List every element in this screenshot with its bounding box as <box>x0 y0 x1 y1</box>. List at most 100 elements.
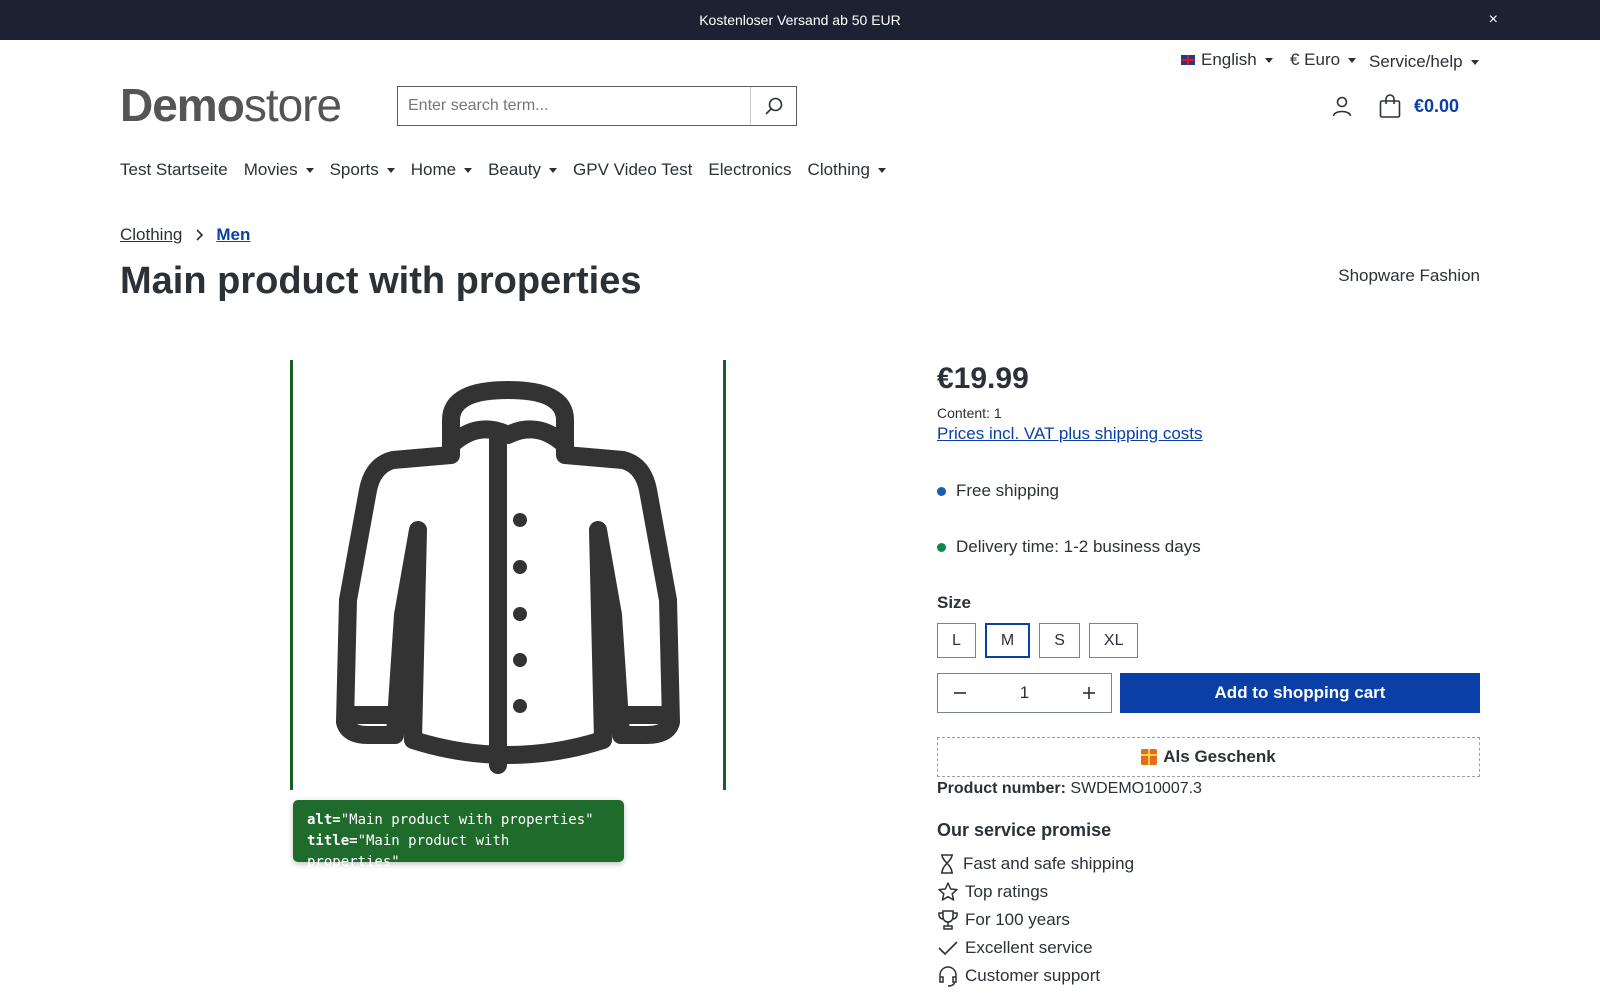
list-item: Excellent service <box>937 934 1134 962</box>
language-label: English <box>1201 50 1257 69</box>
chevron-down-icon <box>1470 59 1479 65</box>
chevron-down-icon <box>549 167 558 173</box>
search-button[interactable] <box>750 87 796 125</box>
nav-label: Beauty <box>488 160 542 179</box>
chevron-right-icon <box>196 229 204 241</box>
currency-label: € Euro <box>1290 50 1341 69</box>
product-number: Product number: SWDEMO10007.3 <box>937 780 1202 798</box>
chevron-down-icon <box>386 167 395 173</box>
service-promise-heading: Our service promise <box>937 820 1112 840</box>
tooltip-title-key: title= <box>307 833 358 849</box>
nav-item-home[interactable]: Home <box>410 160 473 180</box>
promise-label: Customer support <box>965 966 1101 985</box>
product-content: Content: 1 <box>937 405 1002 421</box>
delivery-label: Delivery time: 1-2 business days <box>956 537 1201 556</box>
list-item: Top ratings <box>937 878 1134 906</box>
size-option-l[interactable]: L <box>937 623 976 658</box>
list-item: Customer support <box>937 962 1134 990</box>
nav-item-test-startseite[interactable]: Test Startseite <box>120 160 228 180</box>
minus-icon[interactable] <box>952 685 968 701</box>
chevron-down-icon <box>1348 57 1357 63</box>
promise-label: For 100 years <box>965 910 1070 929</box>
size-options: L M S XL <box>937 623 1147 658</box>
gift-button[interactable]: Als Geschenk <box>937 737 1480 777</box>
currency-switcher[interactable]: € Euro <box>1290 50 1357 70</box>
breadcrumb-men[interactable]: Men <box>216 225 250 245</box>
breadcrumb-clothing[interactable]: Clothing <box>120 225 182 245</box>
image-attributes-tooltip: alt="Main product with properties" title… <box>293 800 624 870</box>
tooltip-title-line: title="Main product with properties" <box>307 831 610 873</box>
chevron-down-icon <box>305 167 314 173</box>
gift-icon <box>1141 749 1158 765</box>
cart-total: €0.00 <box>1414 95 1460 116</box>
service-promise-list: Fast and safe shipping Top ratings For 1… <box>937 850 1134 990</box>
search-box <box>397 86 797 126</box>
nav-item-gpv-video-test[interactable]: GPV Video Test <box>573 160 692 180</box>
close-icon[interactable]: × <box>1489 0 1498 40</box>
service-menu[interactable]: Service/help <box>1369 52 1479 72</box>
breadcrumb: Clothing Men <box>120 225 250 245</box>
logo-bold: Demo <box>120 79 245 131</box>
chevron-down-icon <box>464 167 473 173</box>
promise-label: Excellent service <box>965 938 1093 957</box>
user-icon <box>1332 96 1352 117</box>
shipping-status: Free shipping <box>937 481 1059 501</box>
checkmark-icon <box>938 941 958 956</box>
shopping-bag-icon <box>1379 94 1401 118</box>
size-option-m[interactable]: M <box>984 623 1031 658</box>
vat-shipping-link[interactable]: Prices incl. VAT plus shipping costs <box>937 424 1203 444</box>
size-option-s[interactable]: S <box>1039 623 1080 658</box>
logo-light: store <box>243 79 342 131</box>
shipping-label: Free shipping <box>956 481 1060 500</box>
product-number-label: Product number: <box>937 780 1066 797</box>
quantity-stepper: 1 <box>937 673 1112 713</box>
nav-item-movies[interactable]: Movies <box>244 160 314 180</box>
size-option-xl[interactable]: XL <box>1088 623 1139 658</box>
nav-label: Clothing <box>807 160 870 179</box>
delivery-status: Delivery time: 1-2 business days <box>937 537 1201 557</box>
nav-label: Movies <box>243 160 298 179</box>
product-image-frame <box>290 360 726 790</box>
tooltip-alt-value: "Main product with properties" <box>340 812 594 828</box>
nav-label: Sports <box>329 160 379 179</box>
promise-label: Top ratings <box>965 882 1049 901</box>
tooltip-alt-line: alt="Main product with properties" <box>307 810 610 831</box>
language-switcher[interactable]: English <box>1181 50 1273 70</box>
status-dot <box>937 486 946 496</box>
store-logo[interactable]: Demostore <box>120 78 342 132</box>
hourglass-icon <box>941 854 953 874</box>
announcement-text: Kostenloser Versand ab 50 EUR <box>699 12 901 28</box>
chevron-down-icon <box>877 167 886 173</box>
size-label: Size <box>937 593 972 612</box>
nav-item-beauty[interactable]: Beauty <box>488 160 558 180</box>
service-label: Service/help <box>1369 52 1463 71</box>
gift-label: Als Geschenk <box>1163 747 1276 766</box>
plus-icon[interactable] <box>1081 685 1097 701</box>
star-icon <box>938 882 958 901</box>
nav-label: GPV Video Test <box>573 160 693 179</box>
nav-label: Test Startseite <box>120 160 228 179</box>
trophy-icon <box>938 910 958 930</box>
search-input[interactable] <box>398 87 750 125</box>
nav-label: Electronics <box>708 160 792 179</box>
nav-item-sports[interactable]: Sports <box>330 160 395 180</box>
nav-item-clothing[interactable]: Clothing <box>808 160 886 180</box>
headset-icon <box>939 966 957 987</box>
chevron-down-icon <box>1264 57 1273 63</box>
account-button[interactable] <box>1330 94 1354 123</box>
manufacturer-link[interactable]: Shopware Fashion <box>1338 266 1480 286</box>
cart-button[interactable]: €0.00 <box>1378 93 1459 119</box>
list-item: Fast and safe shipping <box>937 850 1134 878</box>
search-icon <box>765 97 782 115</box>
quantity-value[interactable]: 1 <box>1020 683 1029 703</box>
announcement-bar: Kostenloser Versand ab 50 EUR × <box>0 0 1600 40</box>
add-to-cart-button[interactable]: Add to shopping cart <box>1120 673 1480 713</box>
promise-label: Fast and safe shipping <box>963 854 1135 873</box>
nav-item-electronics[interactable]: Electronics <box>708 160 791 180</box>
product-price: €19.99 <box>937 362 1029 395</box>
nav-label: Home <box>410 160 457 179</box>
main-navigation: Test Startseite Movies Sports Home Beaut… <box>120 160 902 180</box>
jacket-image[interactable] <box>293 360 723 790</box>
status-dot <box>937 542 946 552</box>
list-item: For 100 years <box>937 906 1134 934</box>
